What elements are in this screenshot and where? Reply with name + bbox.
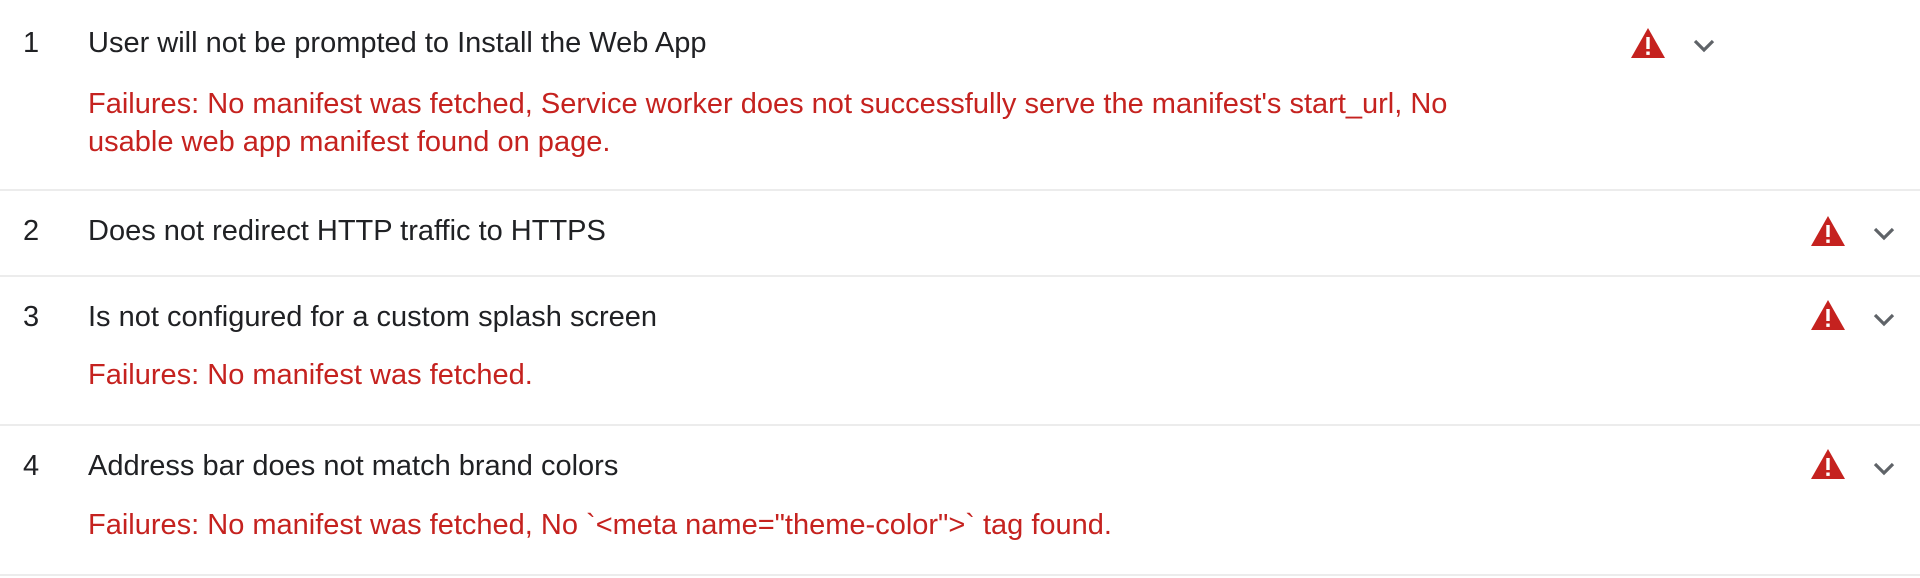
audit-row-3[interactable]: 3 Is not configured for a custom splash …: [0, 277, 1920, 426]
warning-triangle-icon: [1811, 300, 1845, 330]
audit-index: 3: [23, 301, 40, 333]
chevron-down-icon[interactable]: [1872, 312, 1896, 328]
audit-index: 2: [23, 215, 40, 247]
audit-row-4[interactable]: 4 Address bar does not match brand color…: [0, 426, 1920, 576]
warning-triangle-icon: [1811, 449, 1845, 479]
audit-row-1[interactable]: 1 User will not be prompted to Install t…: [0, 0, 1920, 192]
audit-title[interactable]: Address bar does not match brand colors: [88, 450, 618, 483]
warning-triangle-icon: [1811, 216, 1845, 246]
chevron-down-icon[interactable]: [1872, 461, 1896, 477]
audit-failure-text: Failures: No manifest was fetched.: [88, 359, 533, 391]
divider: [0, 574, 1920, 576]
audit-title[interactable]: Does not redirect HTTP traffic to HTTPS: [88, 215, 606, 248]
audit-list: 1 User will not be prompted to Install t…: [0, 0, 1920, 578]
audit-title[interactable]: Is not configured for a custom splash sc…: [88, 301, 657, 334]
audit-failure-text: Failures: No manifest was fetched, Servi…: [88, 88, 1448, 158]
audit-title[interactable]: User will not be prompted to Install the…: [88, 27, 706, 60]
warning-triangle-icon: [1631, 28, 1665, 58]
chevron-down-icon[interactable]: [1872, 226, 1896, 242]
audit-failure-text: Failures: No manifest was fetched, No `<…: [88, 509, 1112, 541]
audit-row-2[interactable]: 2 Does not redirect HTTP traffic to HTTP…: [0, 191, 1920, 276]
chevron-down-icon[interactable]: [1692, 38, 1716, 54]
audit-index: 4: [23, 450, 40, 482]
audit-index: 1: [23, 27, 40, 59]
